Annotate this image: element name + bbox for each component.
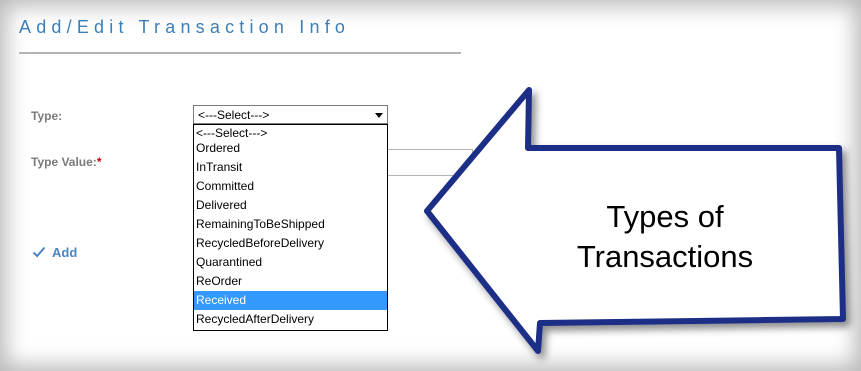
callout-line-1: Types of xyxy=(606,199,724,234)
callout-arrow xyxy=(424,87,846,354)
callout-line-2: Transactions xyxy=(576,239,754,274)
callout-label: Types of Transactions xyxy=(545,197,785,277)
page-frame: Add/Edit Transaction Info Type: Type Val… xyxy=(0,0,861,371)
